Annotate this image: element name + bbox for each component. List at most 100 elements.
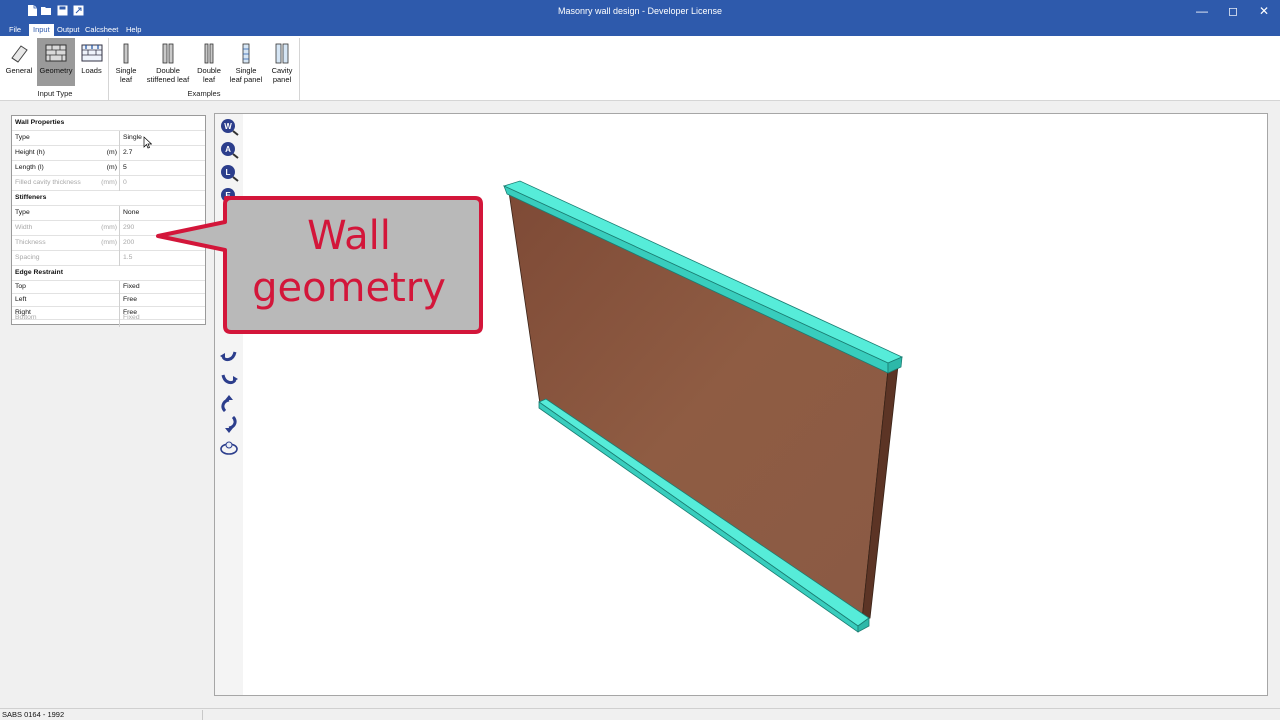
prop-key: Type xyxy=(15,209,30,216)
cell-divider xyxy=(119,161,120,176)
mouse-cursor-icon xyxy=(143,136,152,149)
example-single-leaf-button[interactable]: Single leaf xyxy=(113,38,139,86)
svg-text:W: W xyxy=(224,122,232,131)
example-label-line1: Single xyxy=(235,66,257,75)
prop-value: 1.5 xyxy=(123,254,133,261)
rotate-down-icon[interactable] xyxy=(219,416,239,434)
loads-button[interactable]: Loads xyxy=(78,38,105,86)
wall-face xyxy=(508,191,889,621)
example-double-leaf-button[interactable]: Double leaf xyxy=(196,38,222,86)
prop-value[interactable]: Free xyxy=(123,294,137,306)
wall-geometry-icon xyxy=(45,44,67,62)
example-double-stiffened-leaf-button[interactable]: Double stiffened leaf xyxy=(144,38,192,86)
prop-value: 290 xyxy=(123,224,135,231)
prop-key: Bottom xyxy=(15,314,37,321)
example-label-line1: Double xyxy=(156,66,180,75)
callout-line1: Wall xyxy=(307,213,391,259)
prop-value: Fixed xyxy=(123,314,140,321)
section-title: Stiffeners xyxy=(15,194,47,201)
minimize-icon[interactable]: — xyxy=(1186,0,1218,24)
prop-key: Height (h) xyxy=(15,149,45,156)
eraser-icon xyxy=(11,45,28,63)
svg-text:A: A xyxy=(225,145,231,154)
tab-file[interactable]: File xyxy=(5,24,25,36)
orbit-icon[interactable] xyxy=(219,439,239,457)
prop-key: Length (l) xyxy=(15,164,44,171)
example-label-line2: leaf xyxy=(202,75,216,84)
view-a-icon[interactable]: A xyxy=(219,141,239,159)
geometry-button[interactable]: Geometry xyxy=(37,38,75,86)
prop-unit: (m) xyxy=(106,149,117,156)
ribbon-separator xyxy=(299,38,300,100)
prop-row-filled-cavity: Filled cavity thickness (mm) 0 xyxy=(12,176,205,191)
example-label-line2: leaf panel xyxy=(229,75,263,84)
cell-divider xyxy=(119,206,120,221)
ribbon: General Geometry Loads Input Type Single… xyxy=(0,36,1280,101)
example-label-line2: stiffened leaf xyxy=(146,75,190,84)
callout-text: Wall geometry xyxy=(221,210,477,314)
prop-value: 200 xyxy=(123,239,135,246)
example-single-leaf-panel-button[interactable]: Single leaf panel xyxy=(228,38,264,86)
prop-value[interactable]: 5 xyxy=(123,161,127,175)
example-cavity-panel-button[interactable]: Cavity panel xyxy=(268,38,296,86)
prop-value[interactable]: Fixed xyxy=(123,281,140,293)
loads-icon xyxy=(81,44,102,62)
tab-output[interactable]: Output xyxy=(53,24,84,36)
callout-line2: geometry xyxy=(252,265,446,311)
prop-value[interactable]: 2.7 xyxy=(123,146,132,160)
cavity-panel-icon xyxy=(275,43,289,64)
section-title: Edge Restraint xyxy=(15,269,63,276)
maximize-icon[interactable]: ◻ xyxy=(1217,0,1249,24)
prop-row-type[interactable]: Type Single xyxy=(12,131,205,146)
example-label-line1: Single xyxy=(115,66,137,75)
input-type-group-label: Input Type xyxy=(37,89,73,98)
menu-bar: File Input Output Calcsheet Help xyxy=(0,24,1280,36)
example-label-line1: Cavity xyxy=(271,66,293,75)
close-icon[interactable]: ✕ xyxy=(1248,0,1280,24)
prop-value[interactable]: Single xyxy=(123,131,142,145)
status-divider xyxy=(202,710,203,720)
example-label-line2: panel xyxy=(272,75,292,84)
examples-group-label: Examples xyxy=(187,89,221,98)
rotate-right-icon[interactable] xyxy=(219,371,239,389)
loads-label: Loads xyxy=(81,66,102,75)
double-stiffened-leaf-icon xyxy=(162,43,174,64)
view-w-icon[interactable]: W xyxy=(219,118,239,136)
title-bar: Masonry wall design - Developer License … xyxy=(0,0,1280,24)
prop-unit: (mm) xyxy=(101,239,117,246)
cell-divider xyxy=(119,221,120,236)
double-leaf-icon xyxy=(204,43,214,64)
single-leaf-icon xyxy=(123,43,129,64)
prop-unit: (mm) xyxy=(101,179,117,186)
prop-row-height[interactable]: Height (h) (m) 2.7 xyxy=(12,146,205,161)
prop-key: Type xyxy=(15,134,30,141)
prop-key: Spacing xyxy=(15,254,40,261)
tab-input[interactable]: Input xyxy=(29,24,54,36)
cell-divider xyxy=(119,131,120,146)
section-wall-properties: Wall Properties xyxy=(12,116,205,131)
tab-help[interactable]: Help xyxy=(122,24,145,36)
cell-divider xyxy=(119,312,120,327)
example-label-line1: Double xyxy=(197,66,221,75)
view-l-icon[interactable]: L xyxy=(219,164,239,182)
status-bar: SABS 0164 - 1992 xyxy=(0,708,1280,720)
prop-unit: (mm) xyxy=(101,224,117,231)
general-button[interactable]: General xyxy=(3,38,35,86)
cell-divider xyxy=(119,251,120,266)
tab-calcsheet[interactable]: Calcsheet xyxy=(81,24,122,36)
svg-text:L: L xyxy=(226,168,231,177)
status-design-standard: SABS 0164 - 1992 xyxy=(2,710,65,719)
prop-row-length[interactable]: Length (l) (m) 5 xyxy=(12,161,205,176)
prop-key: Left xyxy=(15,296,27,303)
rotate-left-icon[interactable] xyxy=(219,348,239,366)
prop-value[interactable]: None xyxy=(123,206,139,220)
example-label-line2: leaf xyxy=(119,75,133,84)
prop-key: Top xyxy=(15,283,26,290)
cell-divider xyxy=(119,176,120,191)
rotate-up-icon[interactable] xyxy=(219,394,239,412)
window-title: Masonry wall design - Developer License xyxy=(557,6,723,16)
prop-key: Width xyxy=(15,224,33,231)
prop-unit: (m) xyxy=(106,164,117,171)
cell-divider xyxy=(119,236,120,251)
general-label: General xyxy=(5,66,33,75)
